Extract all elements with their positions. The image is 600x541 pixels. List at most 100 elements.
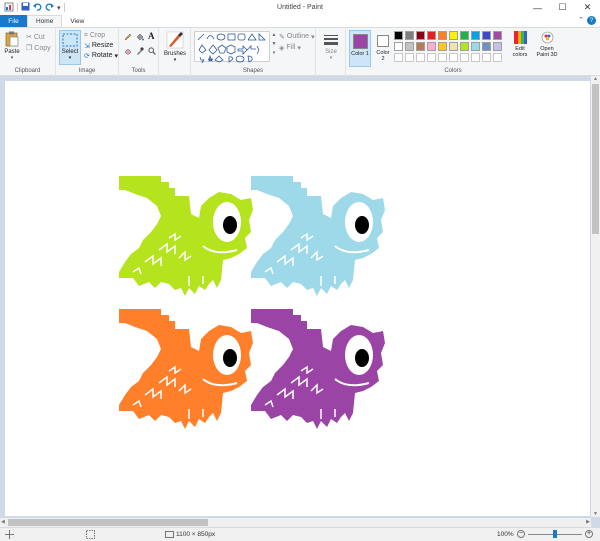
paste-button[interactable]: Paste ▾ [3,31,21,61]
color1-button[interactable]: Color 1 [349,30,371,67]
palette-swatch[interactable] [438,53,447,62]
shapes-group: ▲ ▼ ▾ ✎ Outline ▾ ◈ Fill ▾ Shapes [191,28,316,76]
palette-swatch[interactable] [394,31,403,40]
outline-label: Outline [286,33,310,40]
horizontal-scrollbar[interactable]: ◀ ▶ [0,518,591,527]
window-title: Untitled - Paint [277,4,323,11]
tab-home[interactable]: Home [27,15,63,27]
scissors-icon: ✂ [26,34,32,41]
zoom-level: 100% [497,531,514,538]
palette-swatch[interactable] [493,53,502,62]
select-button[interactable]: Select ▾ [59,30,81,65]
palette-swatch[interactable] [449,53,458,62]
cursor-position-icon [5,530,14,541]
crop-button[interactable]: ⌗ Crop [84,32,105,40]
shapes-group-label: Shapes [242,68,264,74]
color-wheel-icon [513,31,527,44]
open-paint3d-button[interactable]: Open Paint 3D [534,31,560,58]
palette-swatch[interactable] [438,31,447,40]
zoom-in-icon[interactable]: + [585,530,593,538]
resize-button[interactable]: ⇲ Resize [84,42,113,50]
palette-swatch[interactable] [471,42,480,51]
palette-swatch[interactable] [449,42,458,51]
palette-swatch[interactable] [482,42,491,51]
tools-group: A Tools [119,28,159,76]
vertical-scroll-thumb[interactable] [592,84,599,234]
palette-swatch[interactable] [405,53,414,62]
color-picker-icon[interactable] [136,47,144,57]
magnifier-icon[interactable] [148,47,156,57]
fill-label: Fill [286,44,296,51]
palette-swatch[interactable] [394,53,403,62]
close-button[interactable]: ✕ [575,0,600,15]
color2-swatch [377,35,389,47]
scroll-up-arrow-icon[interactable]: ▲ [593,76,598,82]
color2-button[interactable]: Color 2 [373,30,393,67]
horizontal-scroll-thumb[interactable] [8,519,208,526]
text-tool-icon[interactable]: A [148,31,155,41]
palette-swatch[interactable] [416,42,425,51]
crop-label: Crop [89,32,106,39]
fill-bucket-icon[interactable] [136,33,144,43]
paint3d-icon [541,31,553,44]
palette-swatch[interactable] [460,42,469,51]
status-bar: 1100 × 850px 100% − + [0,527,600,541]
palette-swatch[interactable] [427,31,436,40]
shapes-gallery-icons [197,33,266,64]
canvas-size-icon [165,530,174,541]
shapes-scroll[interactable]: ▲ ▼ ▾ [271,31,277,58]
fish-tessellation [119,176,385,429]
zoom-out-icon[interactable]: − [517,530,525,538]
maximize-button[interactable]: ☐ [550,0,575,15]
copy-icon: ❐ [26,45,33,52]
palette-swatch[interactable] [405,31,414,40]
size-button[interactable]: Size ▾ [322,33,340,61]
palette-swatch[interactable] [460,53,469,62]
vertical-scrollbar[interactable]: ▲ ▼ [591,76,600,517]
palette-swatch[interactable] [493,42,502,51]
copy-label: Copy [34,44,51,52]
shapes-gallery[interactable] [194,31,270,64]
palette-swatch[interactable] [394,42,403,51]
palette-swatch[interactable] [427,42,436,51]
edit-colors-label: Edit colors [512,46,528,58]
palette-swatch[interactable] [449,31,458,40]
palette-swatch[interactable] [493,31,502,40]
scroll-right-arrow-icon[interactable]: ▶ [586,519,590,525]
scroll-left-arrow-icon[interactable]: ◀ [1,519,5,525]
help-icon[interactable]: ? [587,16,596,25]
palette-swatch[interactable] [427,53,436,62]
palette-swatch[interactable] [482,53,491,62]
palette-swatch[interactable] [471,53,480,62]
cut-button[interactable]: ✂ Cut [26,33,45,42]
resize-icon: ⇲ [84,43,90,50]
minimize-button[interactable]: — [525,0,550,15]
collapse-ribbon-icon[interactable]: ⌃ [578,16,584,24]
image-group-label: Image [78,68,96,74]
palette-swatch[interactable] [471,31,480,40]
edit-colors-button[interactable]: Edit colors [509,31,531,58]
brush-icon [166,31,184,49]
palette-swatch[interactable] [405,42,414,51]
zoom-slider-thumb[interactable] [553,530,557,538]
palette-swatch[interactable] [482,31,491,40]
fill-button[interactable]: ◈ Fill ▾ [279,44,301,52]
palette-swatch[interactable] [460,31,469,40]
eraser-icon[interactable] [124,47,132,57]
clipboard-group-label: Clipboard [14,68,41,74]
colors-group-label: Colors [444,68,462,74]
scroll-down-arrow-icon[interactable]: ▼ [593,511,598,517]
brushes-button[interactable]: Brushes ▾ [163,31,187,63]
palette-swatch[interactable] [438,42,447,51]
palette-swatch[interactable] [416,31,425,40]
copy-button[interactable]: ❐ Copy [26,44,51,53]
outline-icon: ✎ [279,34,285,41]
tab-view[interactable]: View [62,15,92,27]
drawing-canvas[interactable] [5,81,590,516]
palette-swatch[interactable] [416,53,425,62]
outline-button[interactable]: ✎ Outline ▾ [279,33,315,41]
colors-group: Color 1 Color 2 Edit colors Open Paint 3… [346,28,600,76]
tab-file[interactable]: File [0,15,27,27]
pencil-icon[interactable] [124,33,132,43]
rotate-button[interactable]: ⟳ Rotate ▾ [84,52,118,60]
